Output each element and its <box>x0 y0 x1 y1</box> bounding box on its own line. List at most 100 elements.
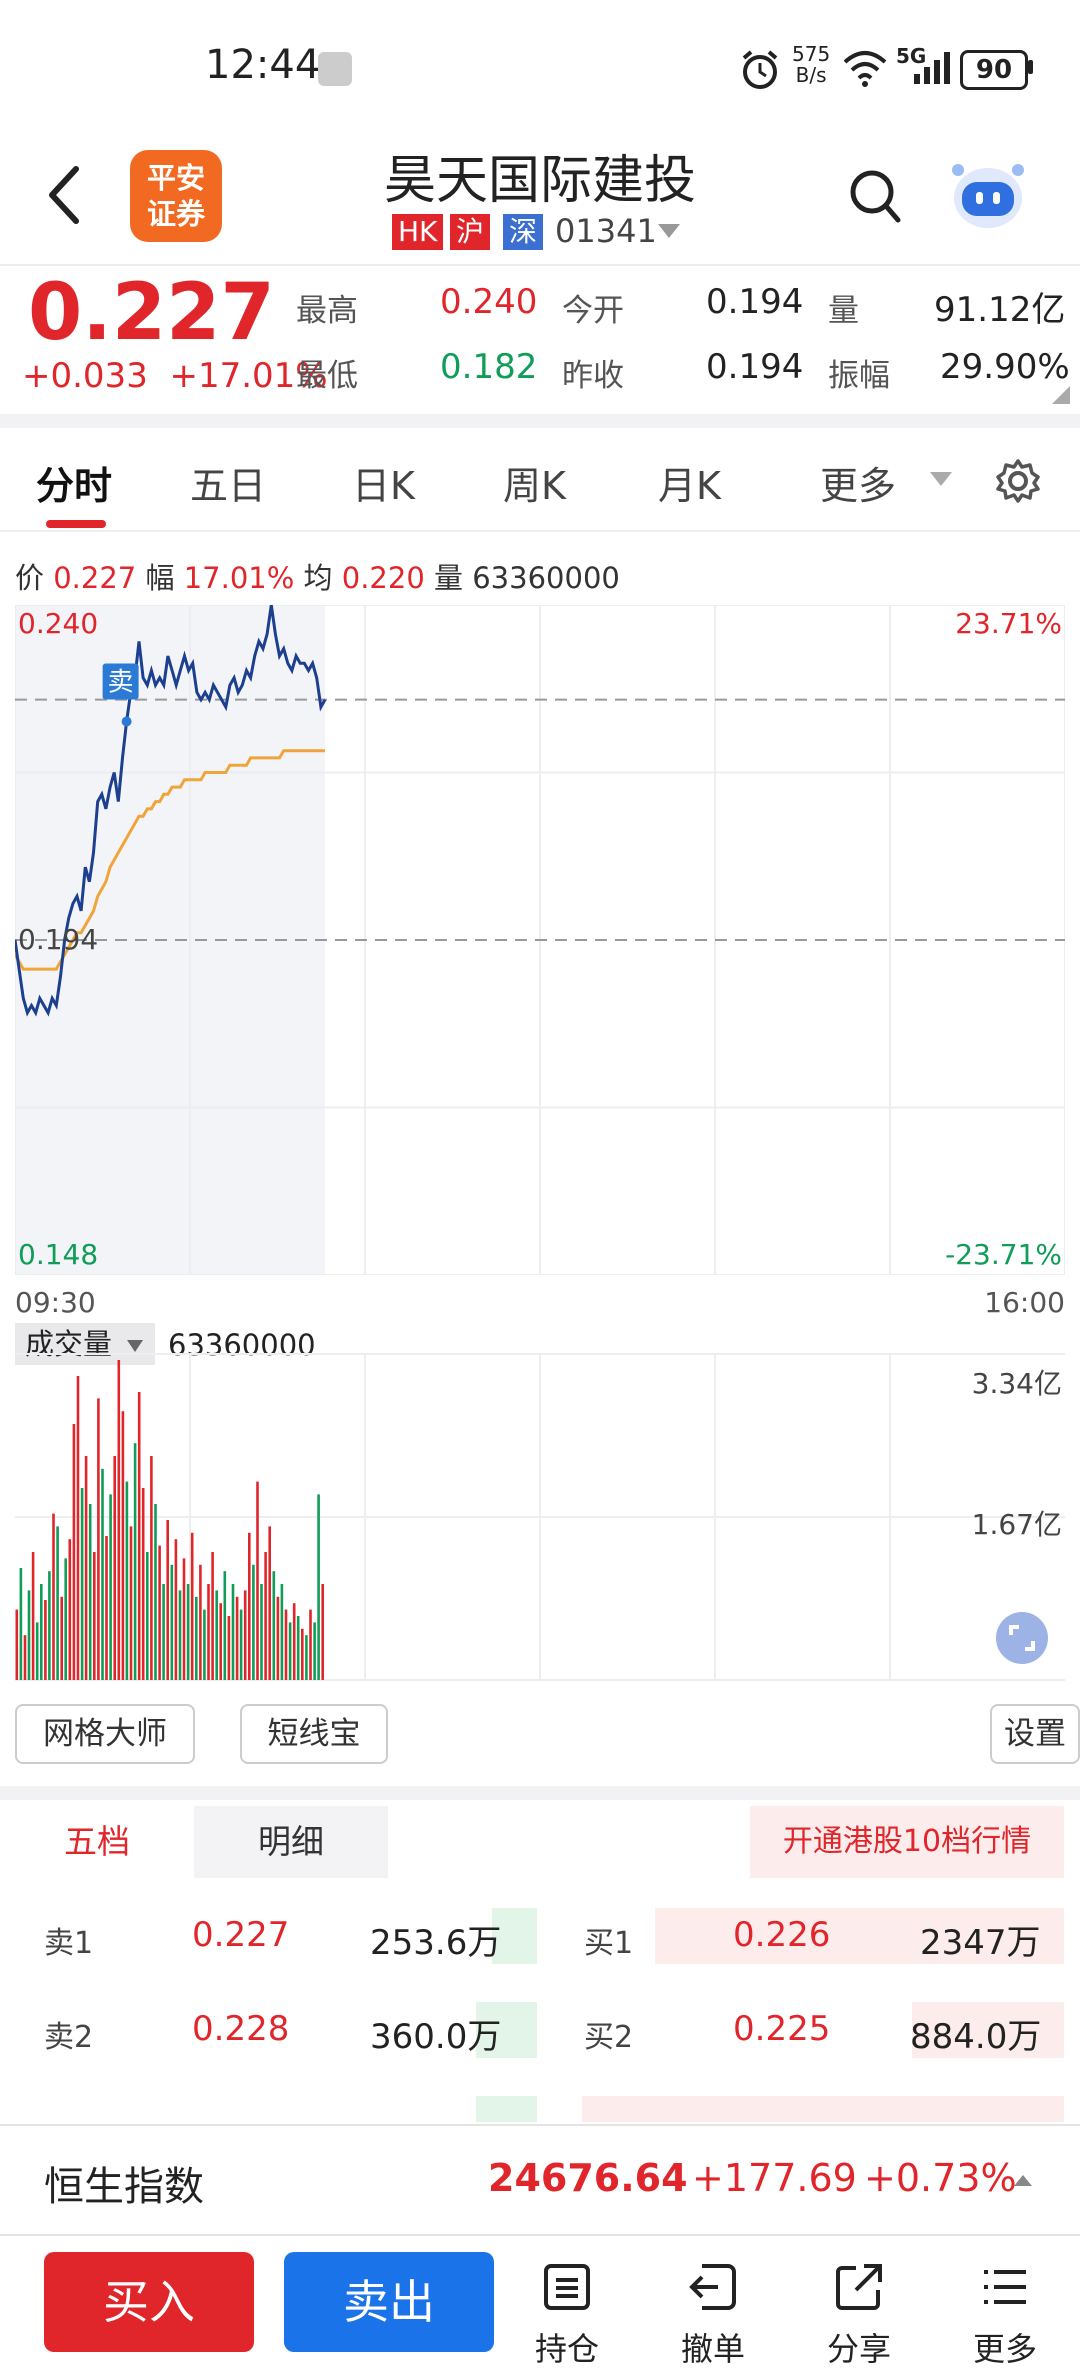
sell-button[interactable]: 卖出 <box>284 2252 494 2352</box>
holdings-icon <box>544 2264 590 2310</box>
tab-more[interactable]: 更多 <box>820 455 896 510</box>
volume-bar <box>235 1596 239 1680</box>
volume-chart[interactable] <box>15 1322 1065 1684</box>
index-change-pct: +0.73% <box>864 2156 1017 2200</box>
stock-code[interactable]: 01341 <box>555 212 657 250</box>
grid-master-button[interactable]: 网格大师 <box>15 1704 195 1764</box>
volume-bar <box>133 1443 137 1680</box>
more-menu-icon <box>984 2270 1026 2304</box>
share-label: 分享 <box>826 2330 891 2368</box>
index-expand-icon[interactable] <box>1012 2172 1034 2188</box>
index-value: 24676.64 <box>488 2156 688 2200</box>
sell2-price[interactable]: 0.228 <box>192 2009 289 2049</box>
sell-marker-dot <box>121 716 132 727</box>
sell3-depth-bar <box>476 2096 537 2122</box>
sell1-price[interactable]: 0.227 <box>192 1915 289 1955</box>
section-divider-2 <box>0 1786 1080 1800</box>
code-dropdown-icon[interactable] <box>656 222 682 240</box>
tab-weekly-k[interactable]: 周K <box>503 455 566 510</box>
volume-bar <box>223 1571 227 1680</box>
volume-bar <box>276 1596 280 1680</box>
volume-bar <box>264 1552 267 1680</box>
tab-intraday[interactable]: 分时 <box>36 455 112 510</box>
status-bar: 12:44 575 B/s 5G 90 <box>0 0 1080 130</box>
axis-top-price: 0.240 <box>18 607 99 640</box>
low-label: 最低 <box>296 358 358 394</box>
info-vol-label: 量 <box>434 561 464 595</box>
more-label: 更多 <box>972 2330 1037 2368</box>
volume-bar <box>129 1526 133 1680</box>
battery-icon: 90 <box>960 50 1028 90</box>
volume-bar <box>195 1596 198 1680</box>
cancel-order-label: 撤单 <box>680 2330 745 2368</box>
section-divider <box>0 414 1080 428</box>
buy1-price[interactable]: 0.226 <box>733 1915 830 1955</box>
info-change: 17.01% <box>183 561 295 595</box>
settings-gear-icon[interactable] <box>994 457 1042 505</box>
low-value: 0.182 <box>440 347 538 387</box>
volume-bar <box>64 1558 67 1680</box>
volume-bar <box>76 1376 80 1680</box>
volume-bar <box>305 1635 308 1680</box>
battery-tip <box>1028 60 1033 74</box>
volume-bar <box>190 1532 194 1680</box>
more-button[interactable]: 更多 <box>960 2262 1050 2370</box>
sell-marker-text: 卖 <box>108 668 134 698</box>
volume-bar <box>182 1558 186 1680</box>
volume-bar <box>80 1488 84 1680</box>
tabs-divider <box>0 530 1080 532</box>
buy2-price[interactable]: 0.225 <box>733 2009 830 2049</box>
search-icon[interactable] <box>848 168 902 226</box>
open-value: 0.194 <box>706 282 804 322</box>
fullscreen-icon[interactable] <box>995 1611 1049 1665</box>
share-button[interactable]: 分享 <box>814 2262 904 2370</box>
volume-label: 量 <box>828 293 859 329</box>
buy1-label: 买1 <box>584 1926 634 1961</box>
buy2-volume: 884.0万 <box>910 2017 1042 2057</box>
tab-five-levels[interactable]: 五档 <box>0 1806 194 1878</box>
robot-assistant-icon[interactable] <box>948 158 1028 234</box>
info-avg: 0.220 <box>341 561 425 595</box>
wifi-icon <box>843 51 887 87</box>
time-end: 16:00 <box>984 1286 1065 1319</box>
tab-five-day[interactable]: 五日 <box>190 455 266 510</box>
status-time: 12:44 <box>205 42 321 88</box>
buy-button[interactable]: 买入 <box>44 2252 254 2352</box>
info-vol: 63360000 <box>472 561 620 595</box>
volume-bar <box>121 1411 125 1680</box>
intraday-price-chart[interactable]: 卖 <box>15 605 1065 1275</box>
volume-bars <box>15 1360 324 1680</box>
volume-bar <box>252 1564 255 1680</box>
volume-bar <box>227 1616 231 1680</box>
holdings-button[interactable]: 持仓 <box>522 2262 612 2370</box>
volume-top-label: 3.34亿 <box>971 1367 1062 1400</box>
volume-bar <box>256 1481 259 1680</box>
volume-value: 91.12亿 <box>934 290 1066 330</box>
volume-bar <box>154 1504 157 1680</box>
cancel-order-icon <box>689 2264 736 2310</box>
hk-level10-promo[interactable]: 开通港股10档行情 <box>750 1806 1064 1878</box>
volume-bar <box>125 1481 129 1680</box>
prev-close-value: 0.194 <box>706 347 804 387</box>
amplitude-label: 振幅 <box>828 358 890 394</box>
volume-bar <box>68 1539 72 1680</box>
volume-bar <box>309 1609 312 1680</box>
crosshair-info: 价 0.227 幅 17.01% 均 0.220 量 63360000 <box>15 555 620 597</box>
tab-monthly-k[interactable]: 月K <box>658 455 721 510</box>
volume-bar <box>105 1536 108 1680</box>
price-change: +0.033 +17.01% <box>22 356 328 396</box>
axis-top-percent: 23.71% <box>955 607 1062 640</box>
volume-bar <box>301 1628 304 1680</box>
short-line-button[interactable]: 短线宝 <box>240 1704 388 1764</box>
volume-bar <box>84 1456 88 1680</box>
volume-bar <box>48 1571 51 1680</box>
expand-corner-icon[interactable] <box>1050 384 1072 406</box>
tools-settings-button[interactable]: 设置 <box>990 1704 1080 1764</box>
tab-daily-k[interactable]: 日K <box>352 455 415 510</box>
volume-bar <box>272 1571 276 1680</box>
tab-details[interactable]: 明细 <box>194 1806 388 1878</box>
index-ticker-bar[interactable]: 恒生指数 24676.64 +177.69 +0.73% <box>0 2124 1080 2236</box>
cancel-order-button[interactable]: 撤单 <box>668 2262 758 2370</box>
more-dropdown-icon[interactable] <box>928 470 954 488</box>
tag-hk: HK <box>392 214 444 250</box>
